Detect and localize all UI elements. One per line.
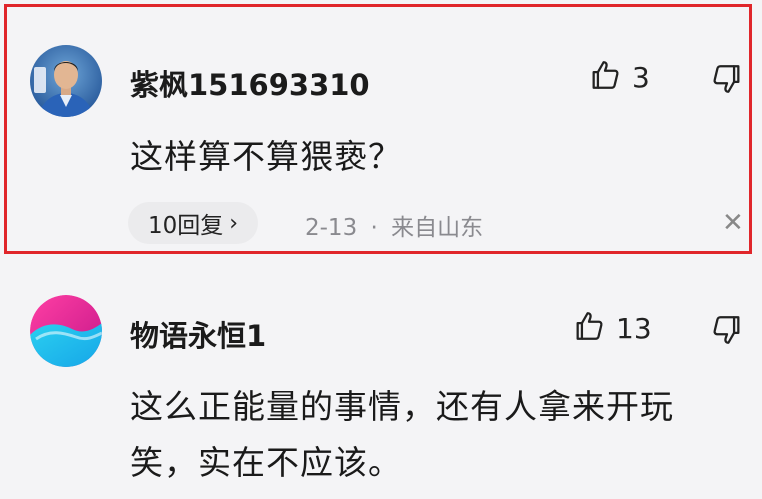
comment-text: 这么正能量的事情，还有人拿来开玩 笑，实在不应该。: [130, 379, 674, 491]
comment-location: 来自山东: [391, 215, 484, 241]
replies-button[interactable]: 10回复 ›: [128, 202, 258, 244]
like-button[interactable]: 3: [588, 58, 650, 96]
chevron-right-icon: ›: [229, 210, 239, 236]
username[interactable]: 紫枫151693310: [130, 62, 370, 104]
person-photo-avatar-icon: [30, 45, 102, 117]
gradient-blob-avatar-icon: [30, 295, 102, 367]
like-count: 13: [616, 311, 652, 345]
comment-text-line: 这么正能量的事情，还有人拿来开玩: [130, 387, 674, 426]
thumbs-down-icon: [710, 316, 744, 351]
thumbs-up-icon: [588, 58, 622, 96]
meta-separator: ·: [370, 215, 378, 241]
comment-date: 2-13: [305, 215, 358, 241]
comment-text-line: 笑，实在不应该。: [130, 443, 402, 482]
dislike-button[interactable]: [710, 313, 744, 351]
avatar[interactable]: [30, 295, 102, 367]
dislike-button[interactable]: [710, 62, 744, 100]
replies-label: 10回复: [147, 213, 224, 239]
thumbs-up-icon: [572, 309, 606, 347]
thumbs-down-icon: [710, 65, 744, 100]
close-icon[interactable]: ✕: [722, 208, 744, 238]
username[interactable]: 物语永恒1: [130, 313, 266, 355]
avatar[interactable]: [30, 45, 102, 117]
comment-text: 这样算不算猥亵？: [130, 132, 402, 182]
comment-item: 紫枫151693310 3 这样算不算猥亵？ 10回复 › 2-13 · 来自山…: [0, 0, 762, 262]
comment-text-line: 这样算不算猥亵？: [130, 137, 402, 176]
like-button[interactable]: 13: [572, 309, 652, 347]
comment-item: 物语永恒1 13 这么正能量的事情，还有人拿来开玩 笑，实在不应该。: [0, 275, 762, 499]
comment-meta: 2-13 · 来自山东: [305, 208, 483, 242]
like-count: 3: [632, 60, 650, 94]
